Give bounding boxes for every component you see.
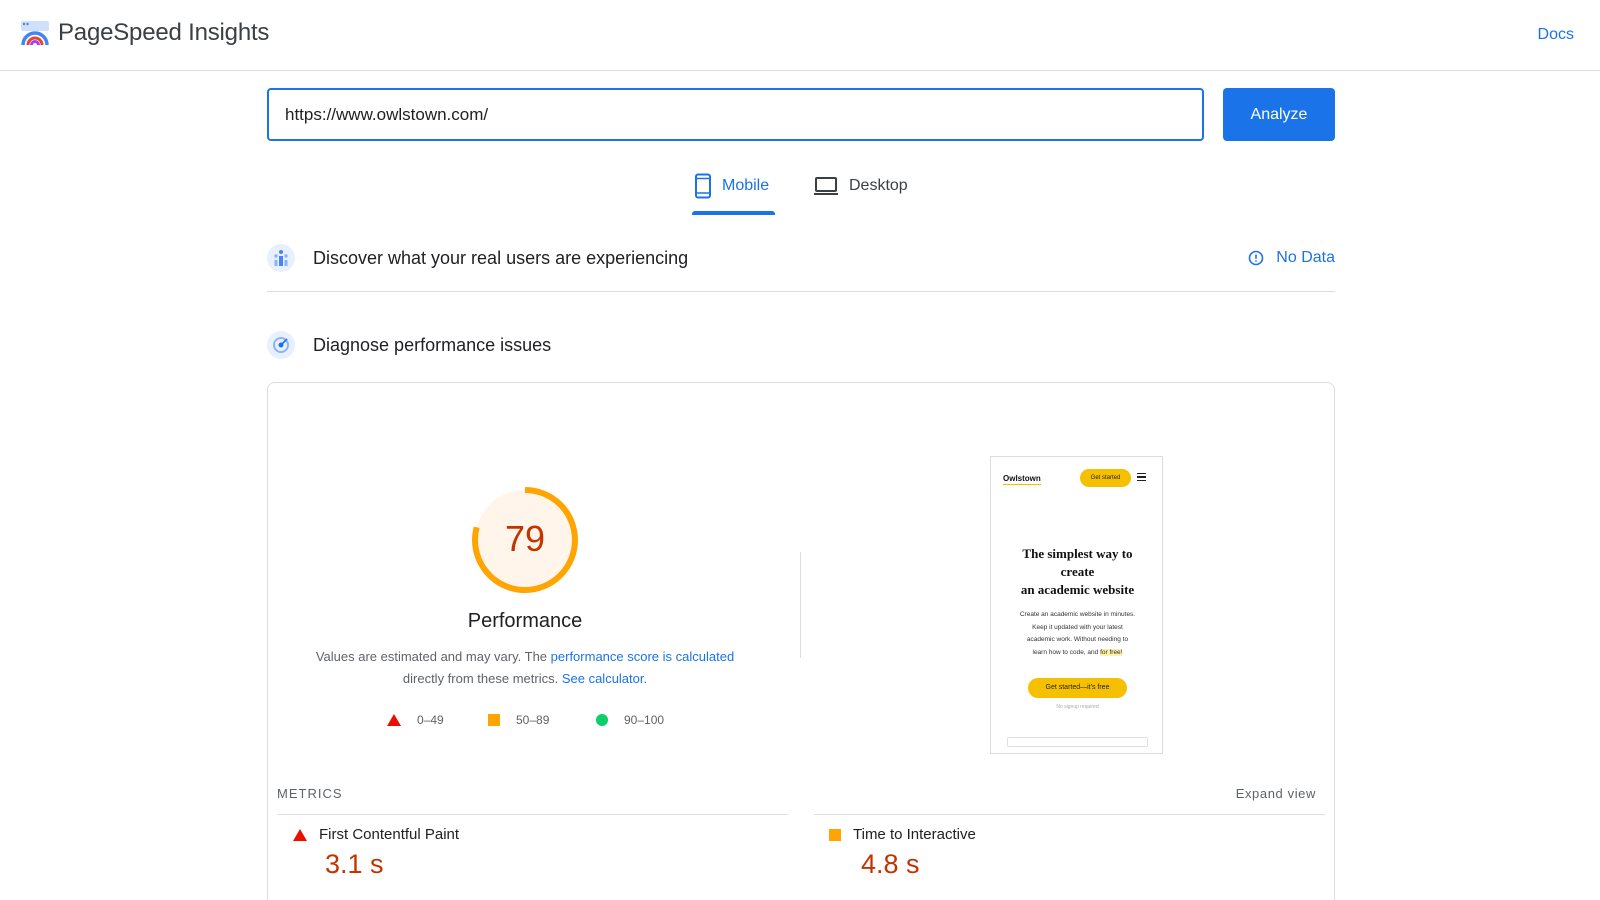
- laptop-icon: [814, 177, 838, 195]
- thumb-main-cta: Get started—it's free: [1028, 678, 1127, 698]
- thumb-body-line: Create an academic website in minutes.: [1019, 611, 1136, 618]
- fail-triangle-icon: [293, 828, 307, 841]
- info-icon: [1248, 250, 1264, 266]
- metric-name: Time to Interactive: [853, 826, 976, 843]
- metric-divider: [277, 814, 788, 815]
- thumb-top-cta: Get started: [1080, 469, 1131, 487]
- legend-average-range: 50–89: [516, 713, 550, 727]
- vertical-divider: [800, 552, 801, 658]
- pass-circle-icon: [596, 714, 608, 726]
- desc-mid: directly from these metrics.: [402, 671, 562, 686]
- thumb-note: No signup required: [1056, 704, 1099, 710]
- section-divider: [267, 291, 1335, 292]
- thumb-body-line: academic work. Without needing to: [1026, 636, 1129, 643]
- no-data-label: No Data: [1276, 249, 1335, 266]
- metric-divider: [814, 814, 1325, 815]
- metric-head: First Contentful Paint: [293, 826, 459, 843]
- performance-description: Values are estimated and may vary. The p…: [300, 646, 750, 690]
- tab-desktop-label: Desktop: [849, 177, 908, 194]
- active-tab-indicator: [692, 211, 775, 215]
- legend-average: 50–89: [488, 713, 549, 727]
- metrics-section-label: METRICS: [277, 786, 343, 801]
- url-input[interactable]: [267, 88, 1204, 141]
- thumb-bottom-bar: [1007, 737, 1148, 747]
- thumb-body-line-4: learn how to code, and: [1032, 648, 1101, 656]
- desc-prefix: Values are estimated and may vary. The: [315, 649, 551, 664]
- see-calculator-link[interactable]: See calculator.: [562, 671, 647, 686]
- docs-link[interactable]: Docs: [1538, 26, 1574, 44]
- thumb-body-line: learn how to code, and for free!: [1005, 647, 1150, 660]
- thumb-brand: Owlstown: [1003, 474, 1041, 485]
- performance-score-value: 79: [504, 518, 546, 559]
- cwv-section-header[interactable]: Discover what your real users are experi…: [267, 244, 1335, 272]
- top-header: PageSpeed Insights Docs: [0, 0, 1600, 71]
- cwv-section-title: Discover what your real users are experi…: [313, 247, 689, 268]
- app-title: PageSpeed Insights: [58, 19, 270, 46]
- thumb-headline-line: The simplest way to: [1022, 546, 1133, 561]
- thumb-headline: The simplest way to create an academic w…: [1001, 545, 1154, 599]
- thumb-body-text: Create an academic website in minutes. K…: [1005, 609, 1150, 659]
- metric-name: First Contentful Paint: [319, 826, 460, 843]
- performance-label: Performance: [467, 610, 583, 632]
- legend-fail: 0–49: [387, 713, 444, 727]
- thumb-body-highlight: for free!: [1100, 648, 1123, 656]
- hamburger-menu-icon: [1137, 473, 1146, 481]
- smartphone-icon: [695, 173, 711, 199]
- metric-first-contentful-paint: First Contentful Paint 3.1 s: [293, 826, 459, 880]
- gauge-target-icon: [267, 331, 295, 359]
- analyze-button[interactable]: Analyze: [1223, 88, 1335, 141]
- legend-pass: 90–100: [596, 713, 664, 727]
- tab-desktop[interactable]: Desktop: [813, 173, 908, 217]
- metric-value: 4.8 s: [861, 849, 920, 879]
- average-square-icon: [829, 828, 841, 841]
- average-square-icon: [488, 714, 500, 726]
- legend-pass-range: 90–100: [624, 713, 665, 727]
- page-screenshot-thumbnail: Owlstown Get started The simplest way to…: [990, 456, 1163, 754]
- metric-value: 3.1 s: [325, 849, 384, 879]
- pagespeed-logo-icon[interactable]: [20, 20, 50, 48]
- thumb-body-line: Keep it updated with your latest: [1032, 623, 1123, 631]
- metric-head: Time to Interactive: [829, 826, 976, 843]
- thumb-headline-line: create: [1060, 564, 1095, 579]
- tab-mobile-label: Mobile: [722, 177, 770, 194]
- diagnose-section-header: Diagnose performance issues: [267, 331, 1335, 359]
- metric-time-to-interactive: Time to Interactive 4.8 s: [829, 826, 976, 880]
- performance-card: [267, 382, 1335, 900]
- diagnose-section-title: Diagnose performance issues: [313, 334, 552, 355]
- expand-view-button[interactable]: Expand view: [1236, 786, 1316, 801]
- fail-triangle-icon: [387, 714, 401, 726]
- score-calculation-link[interactable]: performance score is calculated: [551, 649, 735, 664]
- no-data-status[interactable]: No Data: [1248, 249, 1335, 267]
- thumb-headline-line: an academic website: [1020, 582, 1135, 597]
- users-chart-icon: [267, 244, 295, 272]
- legend-fail-range: 0–49: [417, 713, 444, 727]
